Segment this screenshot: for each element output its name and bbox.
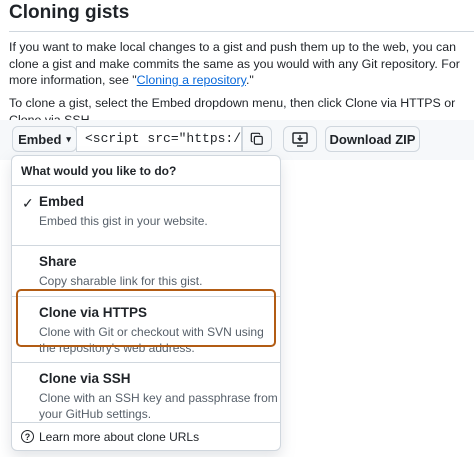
menu-item-embed[interactable]: ✓ Embed Embed this gist in your website. xyxy=(12,194,280,244)
embed-dropdown-menu: What would you like to do? ✓ Embed Embed… xyxy=(11,155,281,451)
question-icon: ? xyxy=(21,430,34,443)
menu-item-title: Clone via SSH xyxy=(39,371,131,386)
menu-item-description: Copy sharable link for this gist. xyxy=(39,274,203,288)
menu-item-description: Clone with an SSH key and passphrase fro… xyxy=(39,391,278,421)
embed-button-label: Embed xyxy=(18,131,62,147)
menu-item-title: Embed xyxy=(39,194,85,209)
caret-down-icon: ▾ xyxy=(66,133,71,144)
embed-dropdown-button[interactable]: Embed ▾ xyxy=(12,126,77,152)
desktop-download-icon xyxy=(292,131,308,147)
intro-text-end: ." xyxy=(245,73,254,87)
menu-item-description: Embed this gist in your website. xyxy=(39,214,208,228)
highlight-outline xyxy=(16,289,276,347)
menu-item-clone-ssh[interactable]: Clone via SSH Clone with an SSH key and … xyxy=(12,362,280,428)
title-divider xyxy=(9,31,474,32)
menu-header: What would you like to do? xyxy=(12,156,280,186)
copy-button[interactable] xyxy=(242,126,272,152)
download-zip-button[interactable]: Download ZIP xyxy=(325,126,420,152)
cloning-repository-link[interactable]: Cloning a repository xyxy=(137,73,246,87)
page-title: Cloning gists xyxy=(9,2,130,23)
learn-more-label: Learn more about clone URLs xyxy=(39,429,200,444)
learn-more-link[interactable]: ? Learn more about clone URLs xyxy=(12,422,280,450)
intro-paragraph: If you want to make local changes to a g… xyxy=(9,39,469,89)
embed-url-field[interactable]: <script src="https:// xyxy=(76,126,242,152)
menu-item-share[interactable]: Share Copy sharable link for this gist. xyxy=(12,245,280,295)
check-icon: ✓ xyxy=(22,195,34,211)
open-desktop-button[interactable] xyxy=(283,126,317,152)
menu-item-title: Share xyxy=(39,254,77,269)
copy-icon xyxy=(250,132,263,145)
